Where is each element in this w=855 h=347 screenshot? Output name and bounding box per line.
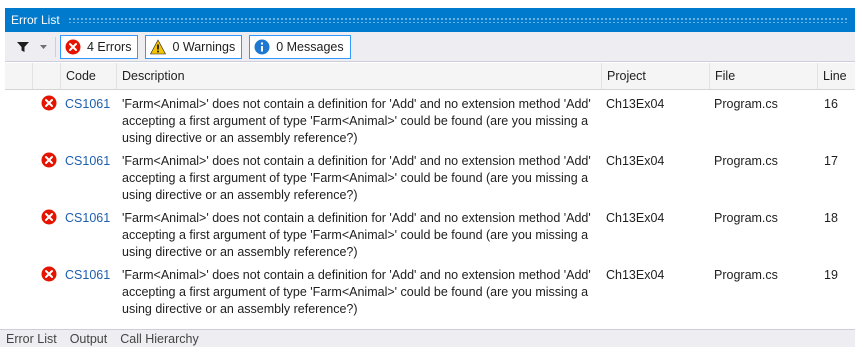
error-line: 18 bbox=[824, 211, 838, 225]
error-project: Ch13Ex04 bbox=[606, 268, 665, 282]
column-header-code[interactable]: Code bbox=[61, 63, 117, 89]
error-line: 17 bbox=[824, 154, 838, 168]
error-project: Ch13Ex04 bbox=[606, 97, 665, 111]
error-description: 'Farm<Animal>' does not contain a defini… bbox=[122, 97, 591, 145]
error-description: 'Farm<Animal>' does not contain a defini… bbox=[122, 268, 591, 316]
error-line: 16 bbox=[824, 97, 838, 111]
error-code-link[interactable]: CS1061 bbox=[61, 261, 117, 318]
error-list-header: Code Description Project File Line bbox=[5, 63, 855, 90]
column-header-file[interactable]: File bbox=[710, 63, 818, 89]
error-list-titlebar: Error List bbox=[5, 8, 855, 32]
window-title: Error List bbox=[11, 13, 60, 27]
error-row[interactable]: CS1061 'Farm<Animal>' does not contain a… bbox=[5, 147, 855, 204]
column-header-severity[interactable] bbox=[33, 63, 61, 89]
warnings-filter-label: 0 Warnings bbox=[172, 39, 236, 54]
tab-call-hierarchy[interactable]: Call Hierarchy bbox=[120, 332, 199, 346]
titlebar-grip[interactable] bbox=[67, 17, 847, 23]
filter-icon[interactable] bbox=[15, 39, 31, 55]
error-icon bbox=[5, 90, 61, 147]
error-code-link[interactable]: CS1061 bbox=[61, 90, 117, 147]
error-file: Program.cs bbox=[714, 268, 778, 282]
column-header-project[interactable]: Project bbox=[602, 63, 710, 89]
error-list-rows: CS1061 'Farm<Animal>' does not contain a… bbox=[5, 90, 855, 318]
error-icon bbox=[5, 147, 61, 204]
bottom-tool-tabs: Error List Output Call Hierarchy bbox=[0, 329, 855, 347]
error-line: 19 bbox=[824, 268, 838, 282]
messages-filter-label: 0 Messages bbox=[276, 39, 344, 54]
chevron-down-icon[interactable] bbox=[37, 39, 49, 55]
errors-filter-label: 4 Errors bbox=[87, 39, 132, 54]
tab-output[interactable]: Output bbox=[70, 332, 108, 346]
error-icon bbox=[5, 204, 61, 261]
toolbar-separator bbox=[55, 36, 56, 57]
errors-filter-button[interactable]: 4 Errors bbox=[60, 34, 139, 59]
error-icon bbox=[65, 39, 81, 55]
error-row[interactable]: CS1061 'Farm<Animal>' does not contain a… bbox=[5, 90, 855, 147]
info-icon bbox=[254, 39, 270, 55]
error-list-toolbar: 4 Errors 0 Warnings 0 Messages bbox=[5, 32, 855, 62]
error-code-link[interactable]: CS1061 bbox=[61, 147, 117, 204]
error-description: 'Farm<Animal>' does not contain a defini… bbox=[122, 154, 591, 202]
error-file: Program.cs bbox=[714, 154, 778, 168]
error-project: Ch13Ex04 bbox=[606, 154, 665, 168]
warnings-filter-button[interactable]: 0 Warnings bbox=[145, 34, 243, 59]
error-code-link[interactable]: CS1061 bbox=[61, 204, 117, 261]
error-file: Program.cs bbox=[714, 97, 778, 111]
messages-filter-button[interactable]: 0 Messages bbox=[249, 34, 351, 59]
warning-icon bbox=[150, 38, 167, 55]
error-project: Ch13Ex04 bbox=[606, 211, 665, 225]
error-file: Program.cs bbox=[714, 211, 778, 225]
column-header-category[interactable] bbox=[5, 63, 33, 89]
error-row[interactable]: CS1061 'Farm<Animal>' does not contain a… bbox=[5, 204, 855, 261]
error-icon bbox=[5, 261, 61, 318]
error-description: 'Farm<Animal>' does not contain a defini… bbox=[122, 211, 591, 259]
column-header-description[interactable]: Description bbox=[117, 63, 602, 89]
tab-error-list[interactable]: Error List bbox=[6, 332, 57, 346]
error-row[interactable]: CS1061 'Farm<Animal>' does not contain a… bbox=[5, 261, 855, 318]
column-header-line[interactable]: Line bbox=[818, 63, 855, 89]
